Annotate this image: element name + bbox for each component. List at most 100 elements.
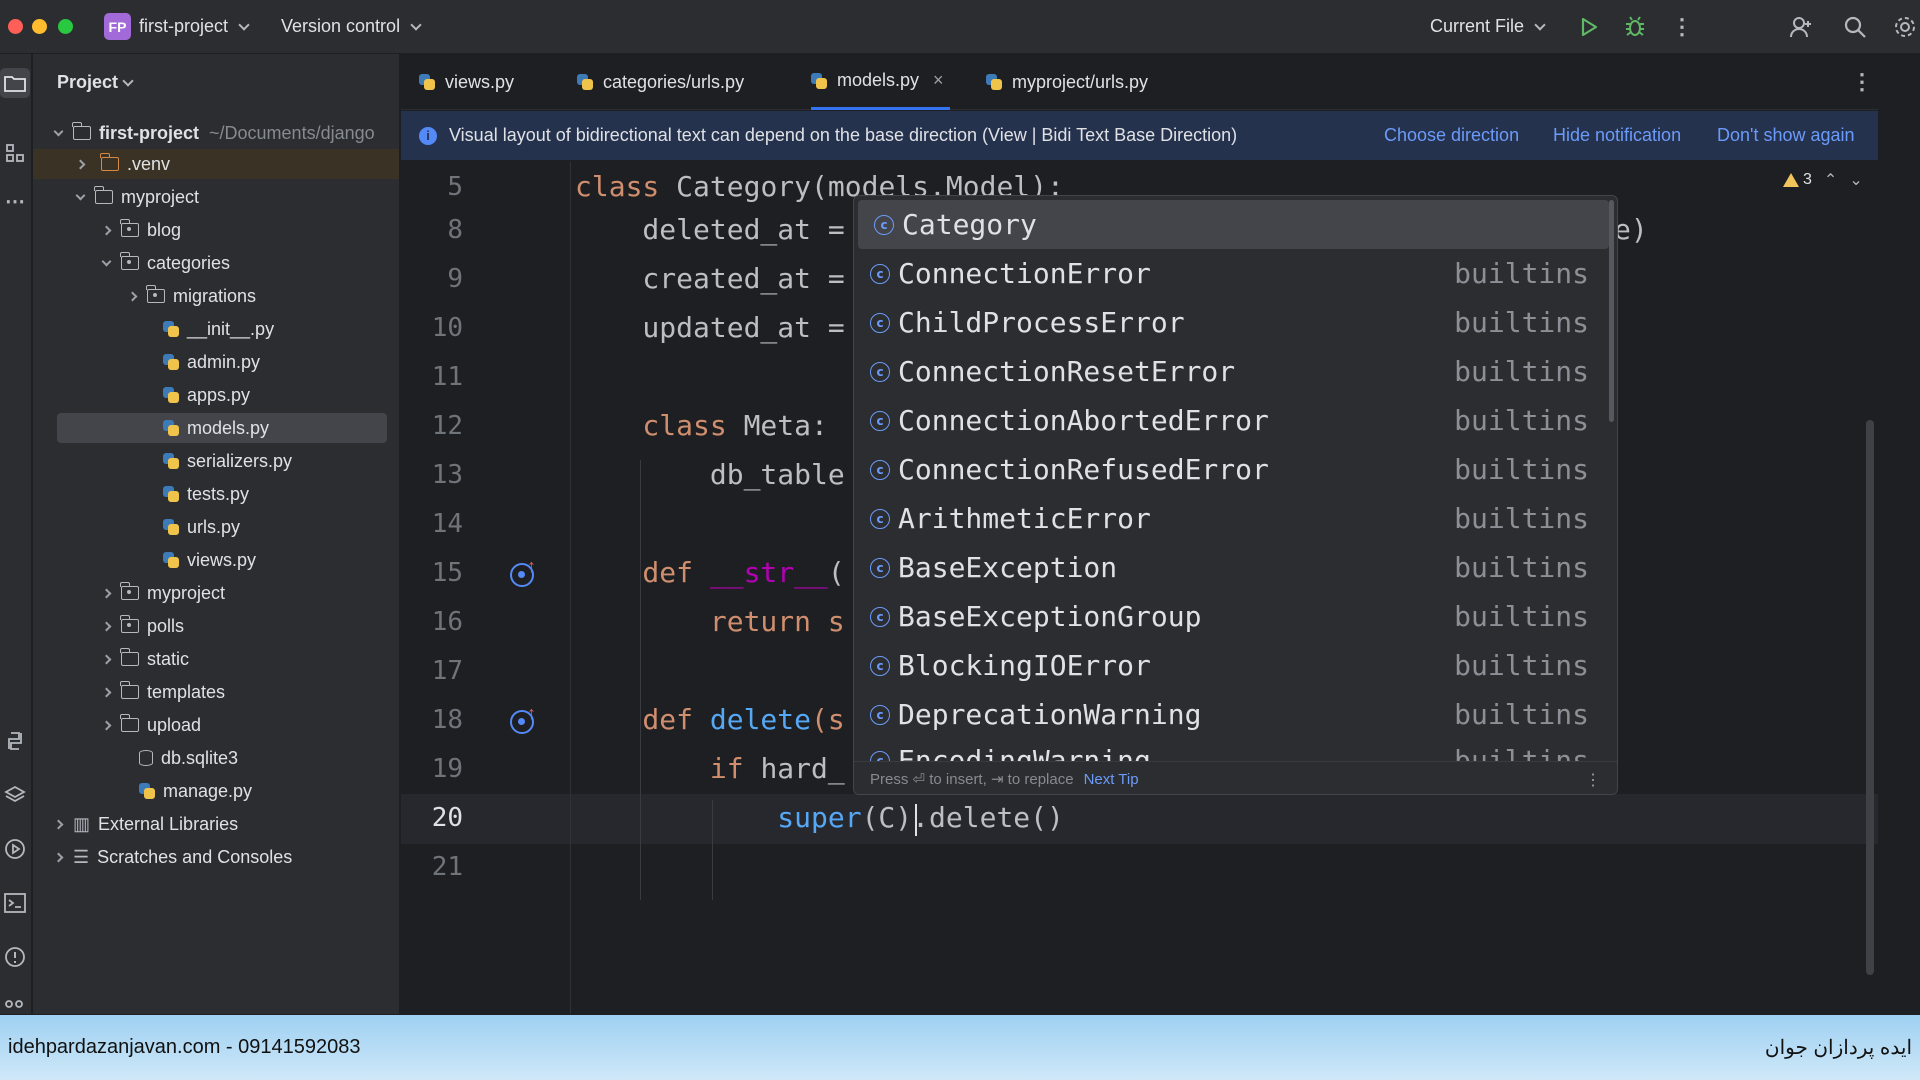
tree-item-blog[interactable]: blog	[95, 215, 181, 245]
tab-myproject-urls[interactable]: myproject/urls.py	[986, 54, 1148, 110]
code-token: updated_at =	[575, 311, 862, 344]
completion-item[interactable]: c BaseExceptionGroup builtins	[854, 592, 1609, 641]
completion-source: builtins	[1454, 453, 1589, 486]
tab-options-icon[interactable]: ⋮	[1851, 54, 1873, 110]
dont-show-again-link[interactable]: Don't show again	[1717, 125, 1855, 146]
completion-item[interactable]: c ConnectionResetError builtins	[854, 347, 1609, 396]
tree-root[interactable]: first-project ~/Documents/django	[47, 118, 375, 148]
completion-item[interactable]: c ConnectionRefusedError builtins	[854, 445, 1609, 494]
vcs-menu[interactable]: Version control	[281, 16, 422, 37]
code-token: def	[575, 556, 710, 589]
python-file-icon	[163, 519, 179, 535]
tree-item-tests[interactable]: tests.py	[163, 479, 249, 509]
tree-item-static[interactable]: static	[95, 644, 189, 674]
completion-item[interactable]: c BaseException builtins	[854, 543, 1609, 592]
tree-item-label: manage.py	[163, 780, 253, 801]
collapse-arrow-icon	[101, 654, 111, 664]
tree-item-admin[interactable]: admin.py	[163, 347, 260, 377]
tree-item-templates[interactable]: templates	[95, 677, 225, 707]
editor-scrollbar[interactable]	[1866, 420, 1874, 975]
tree-item-label: migrations	[173, 285, 257, 306]
run-config-selector[interactable]: Current File	[1430, 16, 1546, 37]
close-tab-icon[interactable]: ×	[933, 70, 944, 91]
layers-icon[interactable]	[2, 782, 28, 808]
completion-source: builtins	[1454, 600, 1589, 633]
code-line: def delete(s	[575, 703, 844, 736]
add-user-icon[interactable]	[1786, 12, 1816, 42]
python-file-icon	[419, 74, 435, 90]
tree-item-manage[interactable]: manage.py	[139, 776, 252, 806]
next-tip-link[interactable]: Next Tip	[1084, 771, 1139, 788]
code-token: Meta:	[743, 409, 828, 442]
completion-item[interactable]: c ConnectionAbortedError builtins	[854, 396, 1609, 445]
tree-item-categories[interactable]: categories	[95, 248, 230, 278]
project-selector[interactable]: first-project	[139, 16, 250, 37]
tab-label: myproject/urls.py	[1012, 71, 1149, 92]
minimize-window-button[interactable]	[32, 19, 47, 34]
debug-icon[interactable]	[1620, 12, 1650, 42]
settings-icon[interactable]	[1890, 12, 1920, 42]
tree-item-models[interactable]: models.py	[57, 413, 387, 443]
folder-icon	[120, 681, 139, 699]
tree-item-external-libraries[interactable]: ▥ External Libraries	[47, 809, 238, 839]
completion-item[interactable]: c EncodingWarning builtins	[854, 736, 1609, 761]
tree-item-db[interactable]: db.sqlite3	[139, 743, 238, 773]
more-vert-icon[interactable]: ⋮	[1667, 12, 1697, 42]
tab-models[interactable]: models.py ×	[811, 54, 950, 110]
tree-item-serializers[interactable]: serializers.py	[163, 446, 292, 476]
structure-tool-icon[interactable]	[2, 140, 28, 166]
class-icon: c	[870, 508, 890, 529]
completion-item[interactable]: c ChildProcessError builtins	[854, 298, 1609, 347]
tab-label: views.py	[445, 71, 515, 92]
hide-notification-link[interactable]: Hide notification	[1553, 125, 1681, 146]
tree-item-init[interactable]: __init__.py	[163, 314, 274, 344]
tree-item-label: models.py	[187, 417, 270, 438]
chevron-down-icon[interactable]: ⌄	[1849, 170, 1862, 190]
inspection-widget[interactable]: 3 ⌃ ⌄	[1783, 170, 1863, 190]
tree-item-upload[interactable]: upload	[95, 710, 201, 740]
services-icon[interactable]	[2, 836, 28, 862]
footer-hint: Press ⏎ to insert, ⇥ to replace	[870, 771, 1074, 788]
tree-item-scratches[interactable]: ☰ Scratches and Consoles	[47, 842, 292, 872]
more-tools-icon[interactable]: ⋯	[2, 188, 28, 214]
package-folder-icon	[120, 582, 139, 600]
search-icon[interactable]	[1840, 12, 1870, 42]
folder-icon	[120, 648, 139, 666]
completion-item[interactable]: c BlockingIOError builtins	[854, 641, 1609, 690]
chevron-down-icon	[410, 18, 422, 31]
project-badge[interactable]: FP	[104, 13, 131, 40]
tree-item-migrations[interactable]: migrations	[121, 281, 256, 311]
tree-item-apps[interactable]: apps.py	[163, 380, 250, 410]
tree-item-myproject[interactable]: myproject	[69, 182, 199, 212]
maximize-window-button[interactable]	[58, 19, 73, 34]
tree-item-venv[interactable]: .venv	[33, 149, 399, 179]
tab-views[interactable]: views.py	[419, 54, 514, 110]
close-window-button[interactable]	[8, 19, 23, 34]
tree-item-views[interactable]: views.py	[163, 545, 256, 575]
completion-item[interactable]: c ConnectionError builtins	[854, 249, 1609, 298]
terminal-icon[interactable]	[2, 890, 28, 916]
collapse-arrow-icon	[53, 819, 63, 829]
python-packages-icon[interactable]	[2, 728, 28, 754]
tree-item-urls[interactable]: urls.py	[163, 512, 240, 542]
popup-scrollbar[interactable]	[1609, 200, 1614, 422]
tree-item-label: blog	[147, 219, 182, 240]
completion-item[interactable]: c ArithmeticError builtins	[854, 494, 1609, 543]
class-icon: c	[870, 410, 890, 431]
collapse-arrow-icon	[101, 720, 111, 730]
play-icon[interactable]	[1574, 12, 1604, 42]
project-tool-icon[interactable]	[0, 68, 30, 98]
tab-categories-urls[interactable]: categories/urls.py	[577, 54, 744, 110]
more-vert-icon[interactable]: ⋮	[1585, 770, 1601, 790]
choose-direction-link[interactable]: Choose direction	[1384, 125, 1519, 146]
text-caret	[915, 804, 917, 836]
completion-item[interactable]: c Category	[858, 200, 1609, 249]
tree-item-polls[interactable]: polls	[95, 611, 184, 641]
project-panel-header[interactable]: Project	[57, 72, 134, 93]
code-token: class	[575, 409, 744, 442]
tree-item-myproject-pkg[interactable]: myproject	[95, 578, 225, 608]
chevron-up-icon[interactable]: ⌃	[1824, 170, 1837, 190]
problems-icon[interactable]	[2, 944, 28, 970]
completion-item[interactable]: c DeprecationWarning builtins	[854, 690, 1609, 739]
completion-name: ChildProcessError	[898, 306, 1185, 339]
